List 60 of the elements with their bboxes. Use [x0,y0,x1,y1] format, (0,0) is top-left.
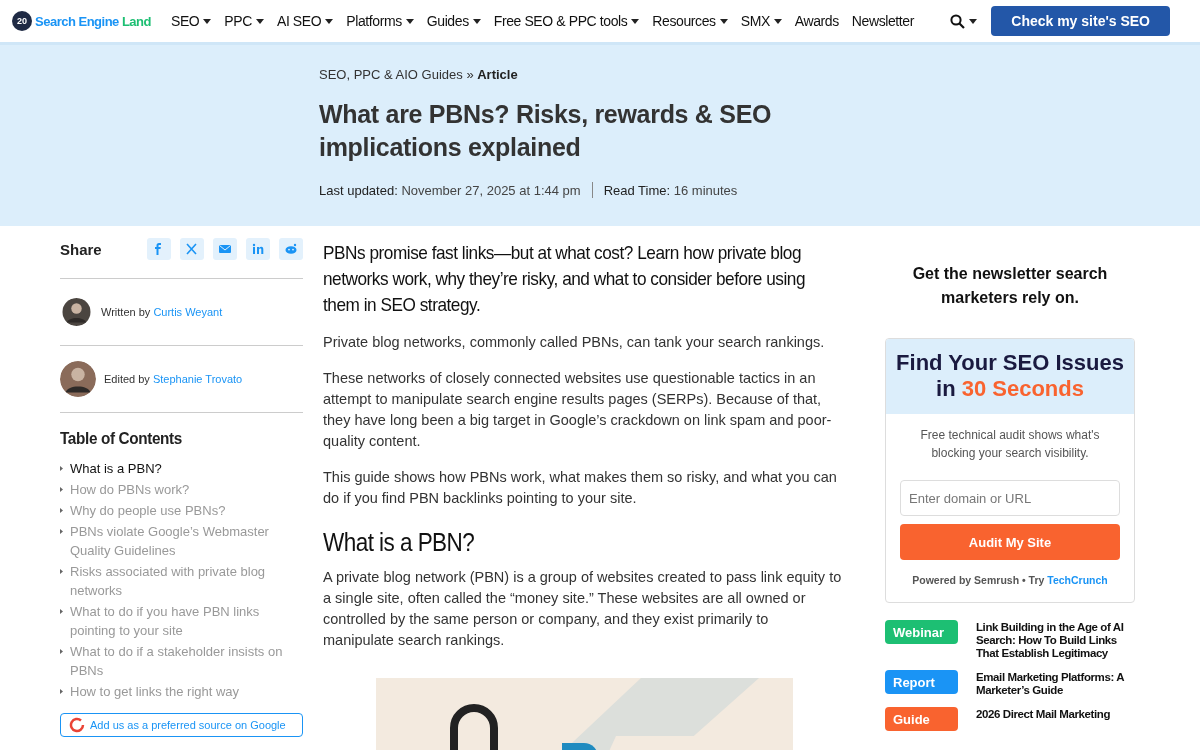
caret-icon [969,18,978,24]
bullet-icon [60,569,63,574]
nav-link[interactable]: AI SEO [276,13,334,29]
section-heading: What is a PBN? [323,528,476,557]
nav-link[interactable]: Free SEO & PPC tools [493,13,640,29]
nav-link[interactable]: SMX [740,13,782,29]
bullet-icon [60,529,63,534]
resource-link[interactable]: Link Building in the Age of AI Search: How To Build Links That Establish Legitimacy [976,621,1135,660]
bullet-icon [60,649,63,654]
search-icon[interactable] [950,13,966,29]
bullet-icon [60,508,63,513]
newsletter-heading: Get the newsletter search marketers rely on. [911,264,1109,308]
paragraph: Private blog networks, commonly called PBNs, can tank your search rankings. [323,333,826,352]
article-summary: PBNs promise fast links—but at what cost? Learn how private blog networks work, why they’re risky, and what to consider before using them in SEO strategy. [323,241,807,317]
share-button[interactable] [279,238,303,260]
nav-link[interactable]: Newsletter [851,13,914,29]
byline: Written by Curtis Weyant [101,306,223,318]
promo-description: Free technical audit shows what's blocking your search visibility. [919,427,1101,462]
paragraph: A private blog network (PBN) is a group of websites created to pass link equity to a single site, often called the “money site.” These websites are all owned or controlled by the same person or company, and they exist primarily to manipulate search rankings. [323,568,843,650]
toc-title: Table of Contents [60,429,183,449]
last-updated: Last updated: November 27, 2025 at 1:44 pm [319,182,581,198]
breadcrumb: SEO, PPC & AIO Guides » Article [319,67,519,82]
resource-tag: Webinar [885,620,958,644]
promo-title: Find Your SEO Issues in 30 Seconds [895,350,1125,402]
share-button[interactable] [180,238,204,260]
read-time: Read Time: 16 minutes [603,182,738,198]
article-title: What are PBNs? Risks, rewards & SEO implications explained [319,99,773,163]
resource-tag: Report [885,670,958,694]
share-label: Share [60,240,102,258]
nav-link[interactable]: Awards [794,13,839,29]
domain-input[interactable]: Enter domain or URL [900,480,1120,516]
bullet-icon [60,609,63,614]
share-button[interactable] [147,238,171,260]
x-icon [185,242,199,256]
share-button[interactable] [213,238,237,260]
check-seo-button[interactable]: Check my site's SEO [991,6,1170,36]
avatar [60,361,96,397]
resource-tag: Guide [885,707,958,731]
paragraph: These networks of closely connected websites use questionable tactics in an attempt to manipulate search engine results pages (SERPs). Because of that, they have long been a big target in Google’s crackdown on link spam and poor-quality content. [323,369,833,451]
reddit-icon [284,242,298,256]
avatar [60,298,93,326]
bullet-icon [60,689,63,694]
share-button[interactable] [246,238,270,260]
nav-link[interactable]: Resources [652,13,728,29]
nav-link[interactable]: SEO [171,13,212,29]
toc-link[interactable]: What is a PBN? [70,459,162,478]
resource-link[interactable]: Email Marketing Platforms: A Marketer’s Guide [976,671,1135,697]
logo-badge: 20 [12,11,32,31]
google-g-icon [69,717,85,733]
nav-link[interactable]: Platforms [346,13,414,29]
powered-by: Powered by Semrush • Try TechCrunch [911,574,1109,586]
nav-link[interactable]: PPC [224,13,264,29]
nav-link[interactable]: Guides [426,13,481,29]
bullet-icon [60,466,63,471]
byline: Edited by Stephanie Trovato [104,373,243,385]
paragraph: This guide shows how PBNs work, what makes them so risky, and what you can do if you find PBN backlinks pointing to your site. [323,468,838,508]
bullet-icon [60,487,63,492]
linkedin-icon [251,242,265,256]
email-icon [218,242,232,256]
resource-link[interactable]: 2026 Direct Mail Marketing [976,708,1135,721]
